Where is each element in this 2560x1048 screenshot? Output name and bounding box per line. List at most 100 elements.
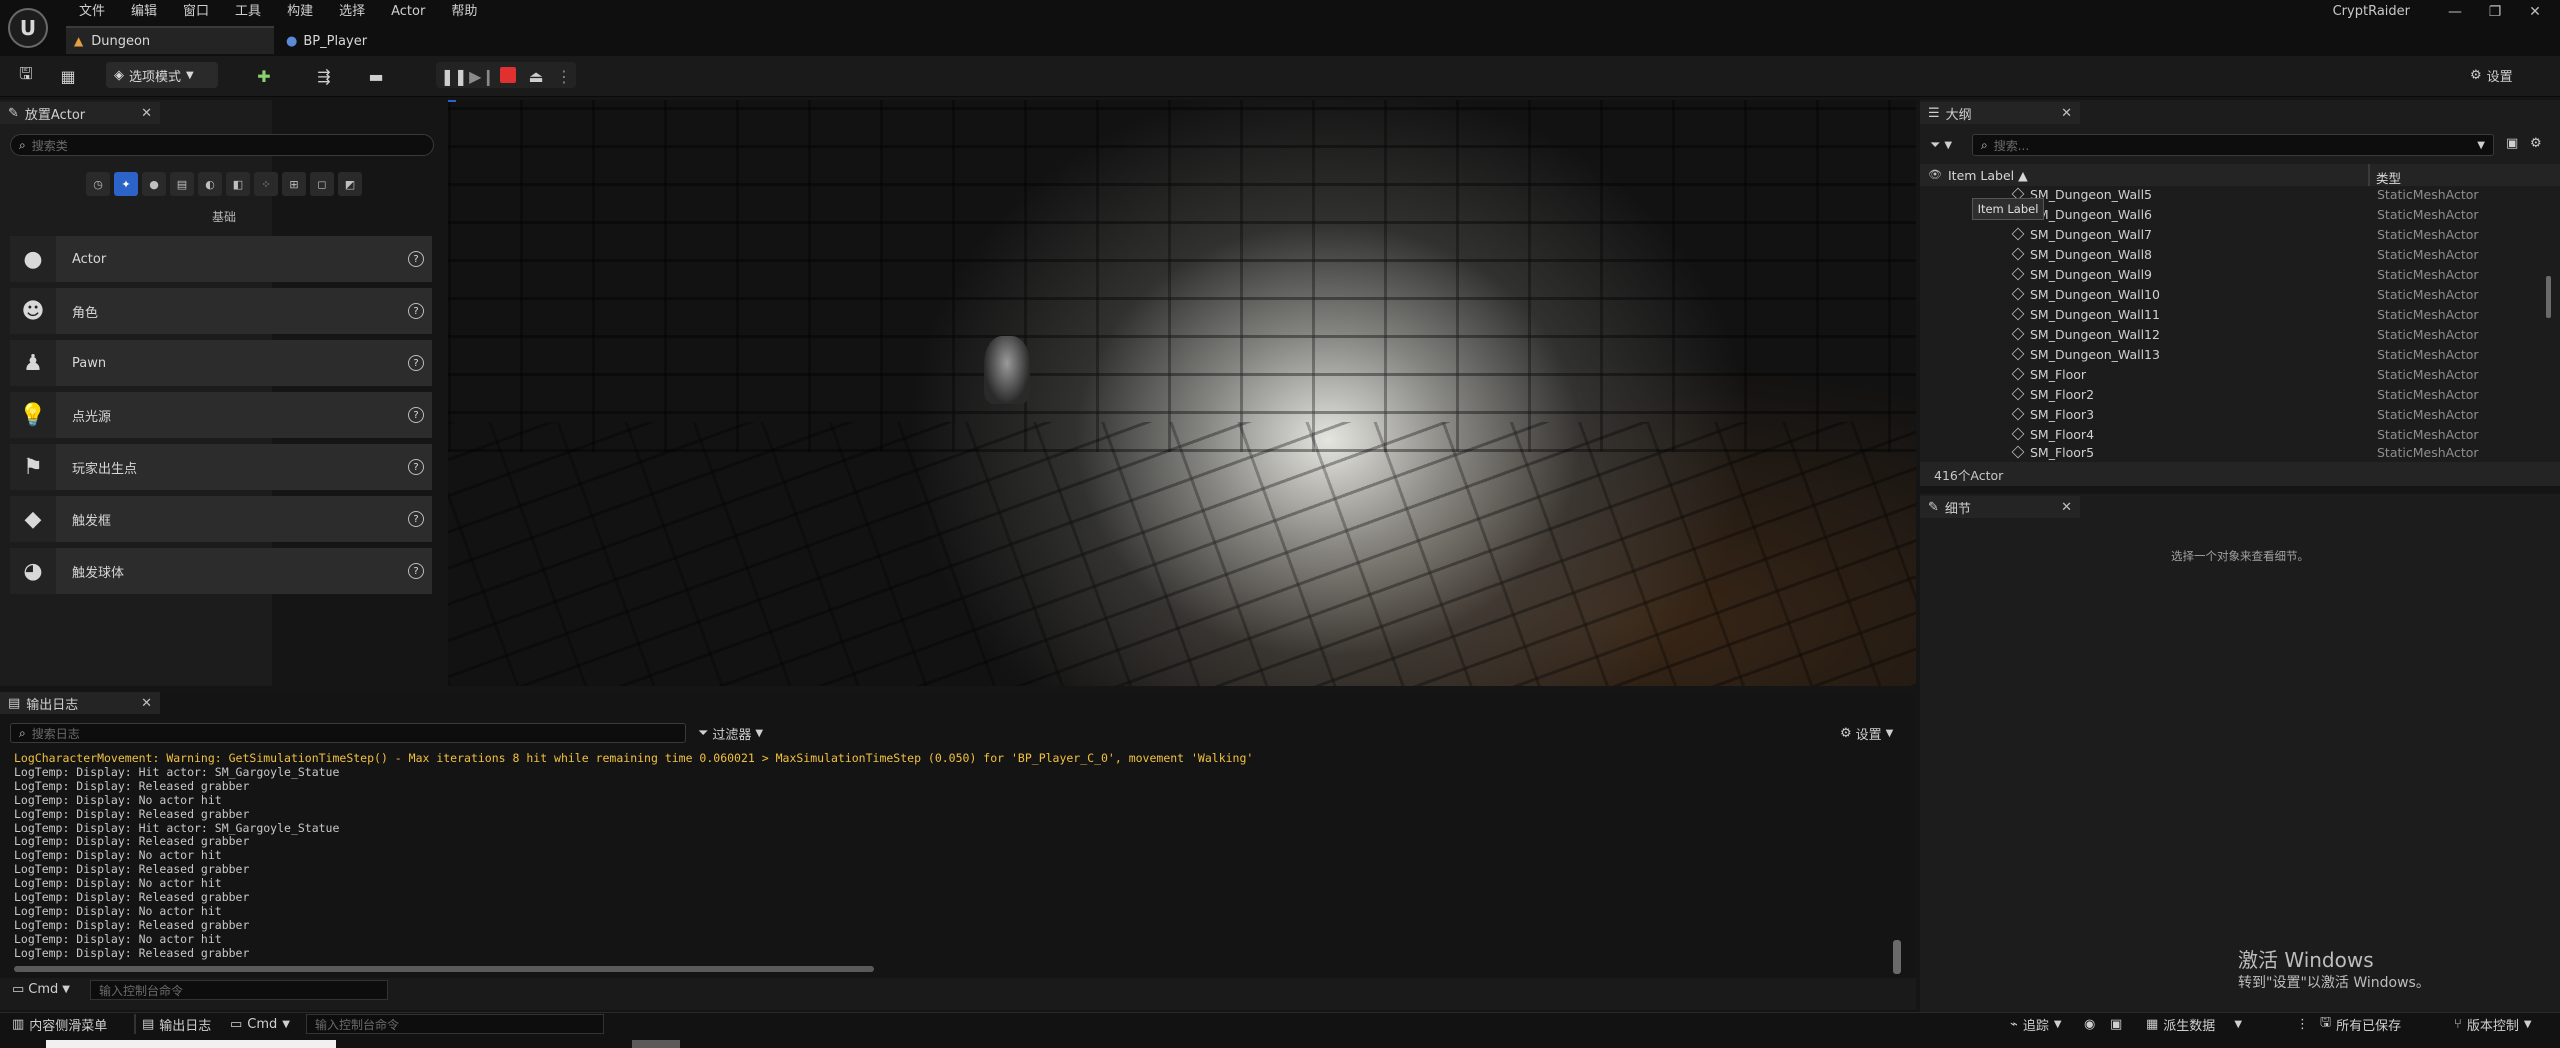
help-icon[interactable]: ? [408, 355, 424, 371]
column-divider[interactable] [2368, 164, 2370, 186]
log-search[interactable]: ⌕ 搜索日志 [10, 723, 686, 743]
trace-button[interactable]: ⌁ 追踪 ▼ [2010, 1012, 2062, 1036]
table-row[interactable]: SM_Floor5 StaticMeshActor [1920, 444, 2540, 460]
close-icon[interactable]: ✕ [2061, 106, 2072, 121]
table-row[interactable]: SM_Floor2 StaticMeshActor [1920, 384, 2540, 404]
help-icon[interactable]: ? [408, 563, 424, 579]
help-icon[interactable]: ? [408, 511, 424, 527]
menu-edit[interactable]: 编辑 [118, 2, 170, 22]
help-icon[interactable]: ? [408, 407, 424, 423]
basic-category-icon[interactable]: ✦ [114, 172, 138, 196]
actor-item-trigger-box[interactable]: ◆ 触发框 ? [10, 496, 432, 542]
details-tab[interactable]: ✎ 细节 ✕ [1920, 496, 2080, 518]
place-actors-tab[interactable]: ✎ 放置Actor ✕ [0, 102, 160, 124]
actor-item-character[interactable]: ☻ 角色 ? [10, 288, 432, 334]
more-options-icon[interactable]: ⋮ [552, 64, 576, 88]
shapes-icon[interactable]: ◻ [310, 172, 334, 196]
outliner-scrollbar[interactable] [2546, 276, 2551, 318]
pause-icon[interactable]: ❚❚ [441, 64, 468, 88]
menu-window[interactable]: 窗口 [170, 2, 222, 22]
unreal-logo-icon[interactable]: U [8, 8, 48, 48]
status-cmd-selector[interactable]: ▭ Cmd ▼ [230, 1012, 290, 1036]
placeholder-icon[interactable]: ◩ [338, 172, 362, 196]
table-row[interactable]: SM_Floor StaticMeshActor [1920, 364, 2540, 384]
table-row[interactable]: SM_Floor4 StaticMeshActor [1920, 424, 2540, 444]
status-console-input[interactable]: 输入控制台命令 [306, 1014, 604, 1034]
actor-item-player-start[interactable]: ⚑ 玩家出生点 ? [10, 444, 432, 490]
table-row[interactable]: SM_Dungeon_Wall8 StaticMeshActor [1920, 244, 2540, 264]
derived-data-button[interactable]: ▦ 派生数据 ▼ [2146, 1012, 2242, 1036]
cinematic-icon[interactable]: ▤ [170, 172, 194, 196]
output-log-tab[interactable]: ▤ 输出日志 ✕ [0, 692, 160, 714]
volumes-icon[interactable]: ⁘ [254, 172, 278, 196]
menu-actor[interactable]: Actor [378, 2, 438, 22]
table-row[interactable]: SM_Dungeon_Wall9 StaticMeshActor [1920, 264, 2540, 284]
cmd-selector[interactable]: ▭ Cmd ▼ [12, 982, 70, 997]
table-row[interactable]: SM_Floor3 StaticMeshActor [1920, 404, 2540, 424]
actor-item-trigger-sphere[interactable]: ◕ 触发球体 ? [10, 548, 432, 594]
skip-frame-icon[interactable]: ▶❙ [469, 64, 495, 88]
menu-tools[interactable]: 工具 [222, 2, 274, 22]
log-vertical-scrollbar[interactable] [1893, 940, 1901, 974]
console-input[interactable]: 输入控制台命令 [90, 980, 388, 1000]
mode-selector-button[interactable]: ◈ 选项模式 ▼ [106, 62, 218, 88]
add-actor-icon[interactable]: ✚ [252, 64, 276, 88]
place-actors-search[interactable]: ⌕ 搜索类 [10, 134, 434, 156]
screenshot-icon[interactable]: ▣ [2110, 1012, 2122, 1036]
log-output[interactable]: LogCharacterMovement: Warning: GetSimula… [14, 751, 1894, 961]
log-horizontal-scrollbar[interactable] [14, 966, 874, 972]
outliner-search[interactable]: ⌕ 搜索... ▼ [1972, 134, 2494, 156]
help-icon[interactable]: ? [408, 251, 424, 267]
actor-item-point-light[interactable]: 💡 点光源 ? [10, 392, 432, 438]
more-options-icon[interactable]: ⋮ [2296, 1012, 2309, 1036]
actor-item-actor[interactable]: ● Actor ? [10, 236, 432, 282]
visibility-icon[interactable]: 👁 [1928, 168, 1942, 181]
recent-icon[interactable]: ◷ [86, 172, 110, 196]
source-control-button[interactable]: ⑂ 版本控制 ▼ [2454, 1012, 2532, 1036]
tab-bp-player[interactable]: ● BP_Player [280, 28, 456, 54]
close-icon[interactable]: ✕ [2061, 500, 2072, 515]
actor-item-pawn[interactable]: ♟ Pawn ? [10, 340, 432, 386]
close-icon[interactable]: ✕ [141, 696, 152, 711]
cinematics-icon[interactable]: ▬ [364, 64, 388, 88]
content-drawer-button[interactable]: ▥ 内容侧滑菜单 [12, 1012, 107, 1036]
gear-icon[interactable]: ⚙ [2530, 136, 2542, 151]
help-icon[interactable]: ? [408, 459, 424, 475]
column-item-label[interactable]: Item Label ▲ [1948, 168, 2028, 183]
geometry-icon[interactable]: ◧ [226, 172, 250, 196]
save-all-button[interactable]: 🖫 所有已保存 [2320, 1012, 2401, 1036]
record-icon[interactable]: ◉ [2084, 1012, 2095, 1036]
table-row[interactable]: SM_Dungeon_Wall13 StaticMeshActor [1920, 344, 2540, 364]
menu-file[interactable]: 文件 [66, 2, 118, 22]
add-folder-icon[interactable]: ▣ [2506, 136, 2518, 151]
table-row[interactable]: SM_Dungeon_Wall7 StaticMeshActor [1920, 224, 2540, 244]
table-row[interactable]: SM_Dungeon_Wall10 StaticMeshActor [1920, 284, 2540, 304]
table-row[interactable]: SM_Dungeon_Wall12 StaticMeshActor [1920, 324, 2540, 344]
level-viewport[interactable] [448, 100, 1916, 686]
log-settings-button[interactable]: ⚙ 设置 ▼ [1840, 724, 1893, 743]
maximize-icon[interactable]: ❐ [2476, 0, 2514, 24]
log-filter-button[interactable]: ⏷ 过滤器 ▼ [698, 724, 763, 743]
save-icon[interactable]: 🖫 [14, 64, 38, 88]
close-icon[interactable]: ✕ [2516, 0, 2554, 24]
menu-build[interactable]: 构建 [274, 2, 326, 22]
filter-button[interactable]: ⏷ ▼ [1930, 134, 1966, 156]
content-browser-icon[interactable]: ▦ [56, 64, 80, 88]
toolbar-settings-button[interactable]: ⚙ 设置 [2470, 62, 2550, 88]
table-row[interactable]: SM_Dungeon_Wall11 StaticMeshActor [1920, 304, 2540, 324]
outliner-tab[interactable]: ☰ 大纲 ✕ [1920, 102, 2080, 124]
minimize-icon[interactable]: — [2436, 0, 2474, 24]
menu-select[interactable]: 选择 [326, 2, 378, 22]
all-classes-icon[interactable]: ⊞ [282, 172, 306, 196]
stop-icon[interactable] [500, 67, 516, 83]
output-log-button[interactable]: ▤ 输出日志 [142, 1012, 211, 1036]
tab-dungeon[interactable]: ▲ Dungeon [66, 26, 274, 54]
row-name: SM_Dungeon_Wall10 [2030, 286, 2160, 302]
eject-icon[interactable]: ⏏ [524, 64, 548, 88]
lights-icon[interactable]: ● [142, 172, 166, 196]
close-icon[interactable]: ✕ [141, 106, 152, 121]
menu-help[interactable]: 帮助 [438, 2, 490, 22]
blueprint-menu-icon[interactable]: ⇶ [312, 64, 336, 88]
visual-effects-icon[interactable]: ◐ [198, 172, 222, 196]
help-icon[interactable]: ? [408, 303, 424, 319]
